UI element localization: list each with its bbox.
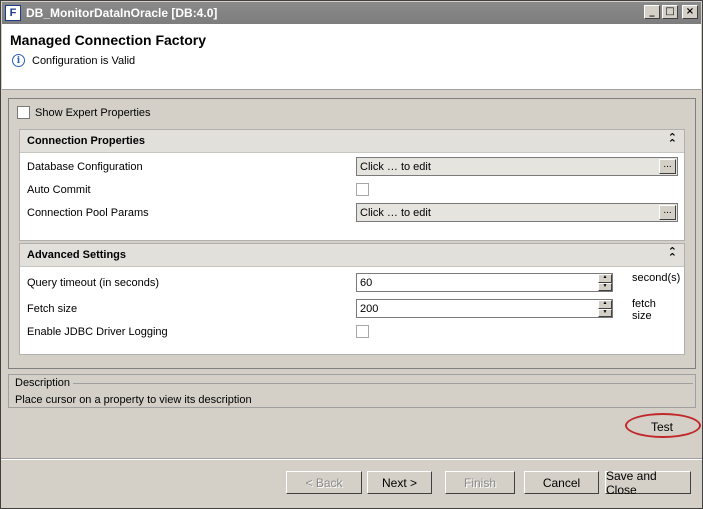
jdbc-logging-checkbox[interactable] (356, 325, 369, 338)
query-timeout-spinner: ▲ ▼ (598, 274, 612, 291)
collapse-icon[interactable]: ⌃ ⌃ (668, 247, 677, 264)
query-timeout-value: 60 (360, 276, 373, 289)
query-timeout-unit: second(s) (632, 272, 681, 284)
connection-pool-row: Connection Pool Params Click … to edit .… (27, 203, 678, 223)
page-title: Managed Connection Factory (10, 32, 207, 48)
jdbc-logging-row: Enable JDBC Driver Logging (27, 322, 677, 342)
fetch-size-spinner: ▲ ▼ (598, 300, 612, 317)
auto-commit-checkbox[interactable] (356, 183, 369, 196)
save-and-close-button[interactable]: Save and Close (605, 469, 691, 497)
advanced-settings-header[interactable]: Advanced Settings ⌃ ⌃ (20, 244, 684, 267)
query-timeout-row: Query timeout (in seconds) 60 ▲ ▼ second… (27, 272, 681, 293)
show-expert-checkbox[interactable] (17, 106, 30, 119)
connection-properties-title: Connection Properties (27, 135, 145, 147)
description-panel: Description Place cursor on a property t… (8, 374, 696, 408)
dialog-window: F DB_MonitorDataInOracle [DB:4.0] _ □ × … (0, 0, 703, 509)
fetch-size-row: Fetch size 200 ▲ ▼ fetch size (27, 298, 677, 322)
highlight-annotation (625, 413, 701, 438)
info-icon: i (12, 54, 25, 67)
advanced-settings-section: Advanced Settings ⌃ ⌃ Query timeout (in s… (19, 243, 685, 355)
auto-commit-row: Auto Commit (27, 180, 677, 200)
database-configuration-row: Database Configuration Click … to edit .… (27, 157, 678, 177)
window-title: DB_MonitorDataInOracle [DB:4.0] (26, 6, 218, 20)
minimize-button[interactable]: _ (644, 5, 660, 19)
connection-properties-section: Connection Properties ⌃ ⌃ Database Config… (19, 129, 685, 241)
auto-commit-checkbox-cell (356, 183, 369, 196)
close-button[interactable]: × (682, 5, 698, 19)
jdbc-logging-checkbox-cell (356, 325, 369, 338)
validation-status-text: Configuration is Valid (32, 54, 136, 67)
show-expert-label: Show Expert Properties (35, 106, 151, 119)
advanced-settings-title: Advanced Settings (27, 249, 127, 261)
cancel-button[interactable]: Cancel (524, 471, 599, 494)
description-divider (73, 383, 693, 384)
fetch-size-input[interactable]: 200 ▲ ▼ (356, 299, 613, 318)
finish-button[interactable]: Finish (445, 471, 515, 494)
fetch-size-label: Fetch size (27, 303, 78, 315)
connection-properties-header[interactable]: Connection Properties ⌃ ⌃ (20, 130, 684, 153)
maximize-button[interactable]: □ (662, 5, 678, 19)
auto-commit-label: Auto Commit (27, 184, 91, 196)
properties-panel: Show Expert Properties Connection Proper… (8, 98, 696, 369)
spin-up-icon[interactable]: ▲ (598, 274, 612, 283)
button-bar-separator (1, 458, 702, 460)
back-button[interactable]: < Back (286, 471, 362, 494)
fetch-size-value: 200 (360, 302, 379, 315)
description-title: Description (15, 377, 71, 389)
validation-status: i Configuration is Valid (12, 54, 135, 67)
connection-pool-value: Click … to edit (360, 206, 431, 219)
database-configuration-value: Click … to edit (360, 160, 431, 173)
header-panel: Managed Connection Factory i Configurati… (2, 24, 701, 90)
title-buttons: _ □ × (644, 5, 698, 19)
spin-down-icon[interactable]: ▼ (598, 282, 612, 291)
database-configuration-browse-button[interactable]: ... (659, 159, 676, 174)
spin-up-icon[interactable]: ▲ (598, 300, 612, 309)
database-configuration-label: Database Configuration (27, 161, 143, 173)
collapse-icon[interactable]: ⌃ ⌃ (668, 133, 677, 150)
spin-down-icon[interactable]: ▼ (598, 308, 612, 317)
connection-pool-field[interactable]: Click … to edit ... (356, 203, 678, 222)
query-timeout-label: Query timeout (in seconds) (27, 277, 160, 289)
next-button[interactable]: Next > (367, 471, 432, 494)
connection-pool-label: Connection Pool Params (27, 207, 149, 219)
connection-pool-browse-button[interactable]: ... (659, 205, 676, 220)
fetch-size-unit: fetch size (632, 298, 656, 322)
title-bar[interactable]: F DB_MonitorDataInOracle [DB:4.0] _ □ × (2, 2, 701, 24)
query-timeout-input[interactable]: 60 ▲ ▼ (356, 273, 613, 292)
jdbc-logging-label: Enable JDBC Driver Logging (27, 326, 168, 338)
show-expert-properties[interactable]: Show Expert Properties (17, 106, 151, 119)
database-configuration-field[interactable]: Click … to edit ... (356, 157, 678, 176)
description-text: Place cursor on a property to view its d… (15, 394, 252, 406)
app-icon: F (5, 5, 21, 21)
